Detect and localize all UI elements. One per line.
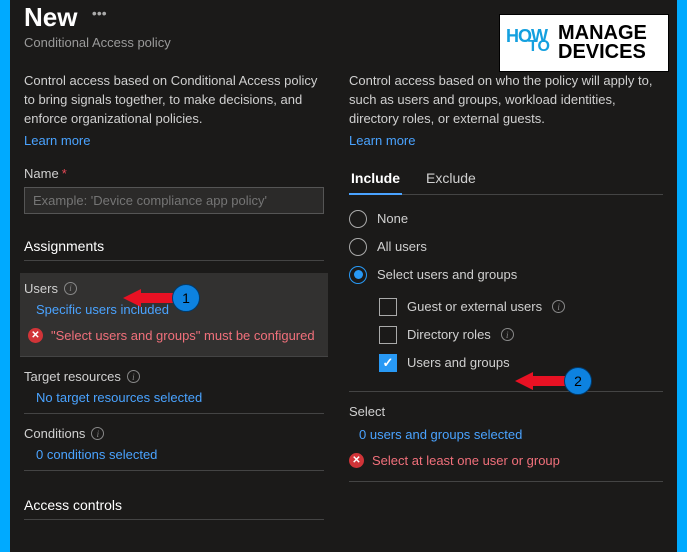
right-description: Control access based on who the policy w… [349,72,663,129]
target-title: Target resources [24,369,121,384]
info-icon[interactable]: i [501,328,514,341]
tab-include[interactable]: Include [349,162,402,194]
left-description: Control access based on Conditional Acce… [24,72,324,129]
howto-manage-devices-logo: HOW TO MANAGE DEVICES [499,14,669,72]
conditions-link[interactable]: 0 conditions selected [24,447,324,462]
conditions-title: Conditions [24,426,85,441]
name-input[interactable] [24,187,324,214]
tab-exclude[interactable]: Exclude [424,162,478,194]
info-icon[interactable]: i [91,427,104,440]
conditions-block[interactable]: Conditions i 0 conditions selected [24,426,324,471]
users-title: Users [24,281,58,296]
target-resources-block[interactable]: Target resources i No target resources s… [24,369,324,414]
name-label: Name* [24,166,324,181]
radio-select-users[interactable]: Select users and groups [349,261,663,289]
checkbox-directory-roles[interactable]: Directory roles i [379,321,663,349]
access-controls-heading: Access controls [24,497,324,520]
learn-more-link-right[interactable]: Learn more [349,133,663,148]
radio-none[interactable]: None [349,205,663,233]
learn-more-link[interactable]: Learn more [24,133,324,148]
users-assignment-block[interactable]: Users i Specific users included ✕ "Selec… [20,273,328,358]
users-error-text: "Select users and groups" must be config… [51,327,315,345]
assignments-heading: Assignments [24,238,324,261]
more-icon[interactable]: ••• [92,5,107,21]
info-icon[interactable]: i [64,282,77,295]
error-icon: ✕ [28,328,43,343]
target-link[interactable]: No target resources selected [24,390,324,405]
select-error-text: Select at least one user or group [372,452,560,470]
checkbox-guest-users[interactable]: Guest or external users i [379,293,663,321]
select-label: Select [349,391,663,419]
error-icon: ✕ [349,453,364,468]
radio-all-users[interactable]: All users [349,233,663,261]
checkbox-users-groups[interactable]: ✓ Users and groups [379,349,663,377]
info-icon[interactable]: i [127,370,140,383]
users-link[interactable]: Specific users included [24,302,324,317]
select-users-link[interactable]: 0 users and groups selected [349,427,663,442]
info-icon[interactable]: i [552,300,565,313]
page-title: New [24,2,77,32]
